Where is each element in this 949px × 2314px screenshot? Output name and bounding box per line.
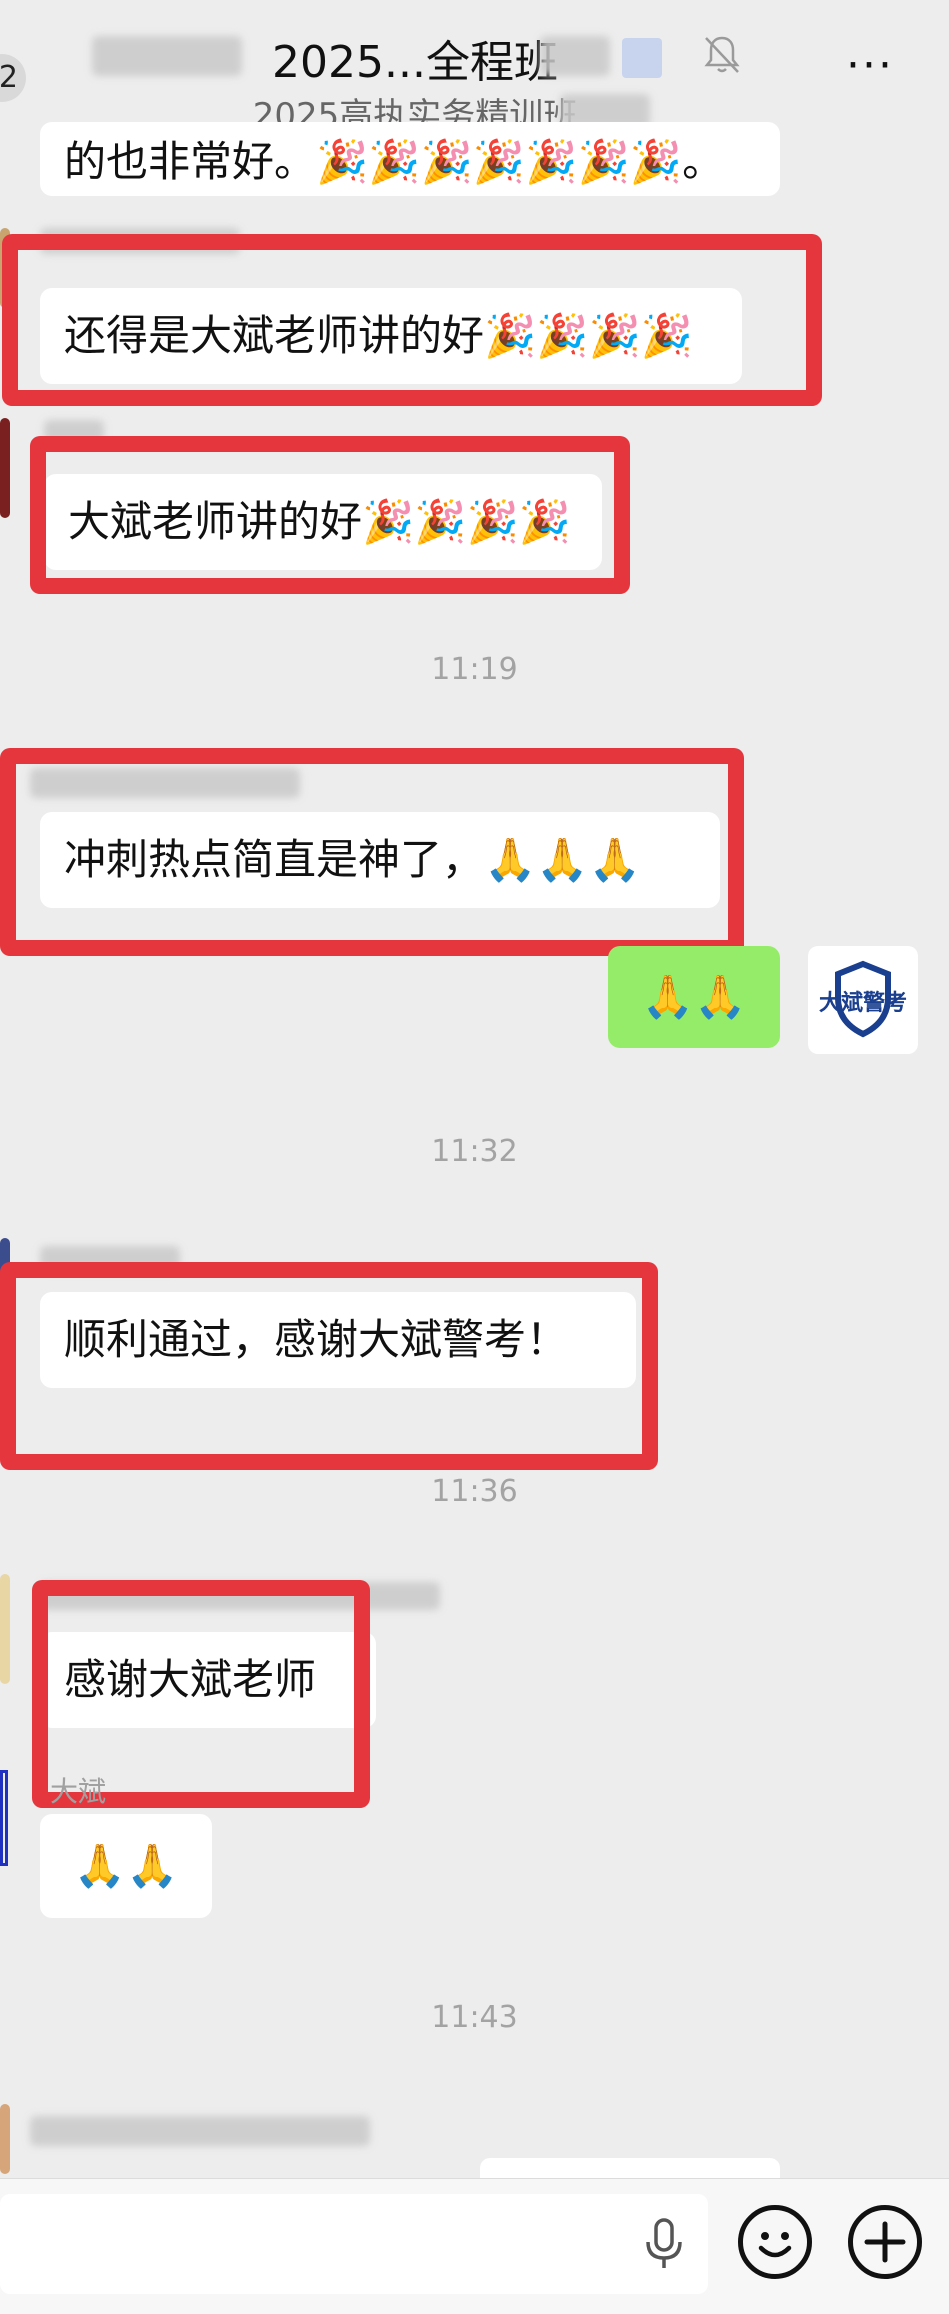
- timestamp: 11:19: [431, 652, 518, 687]
- avatar[interactable]: [0, 418, 10, 518]
- more-functions-button[interactable]: [848, 2205, 922, 2279]
- avatar[interactable]: [0, 2104, 10, 2174]
- message-bubble[interactable]: 的也非常好。🎉🎉🎉🎉🎉🎉🎉。: [40, 122, 780, 196]
- message-text: 的也非常好。🎉🎉🎉🎉🎉🎉🎉。: [64, 137, 725, 186]
- message-text: 🙏🙏: [641, 972, 747, 1021]
- more-options-button[interactable]: ···: [840, 40, 900, 91]
- avatar[interactable]: [0, 1770, 8, 1866]
- bell-off-icon: [704, 36, 740, 73]
- highlight-box: [0, 1262, 658, 1470]
- message-bubble-self[interactable]: 🙏🙏: [608, 946, 780, 1048]
- message-input[interactable]: [0, 2194, 708, 2294]
- sender-nickname: 大斌: [50, 1775, 107, 1808]
- timestamp: 11:36: [431, 1474, 518, 1509]
- highlight-box: [0, 748, 744, 956]
- shield-logo-icon: 大斌警考: [819, 960, 907, 1038]
- avatar-self[interactable]: 大斌警考: [808, 946, 918, 1054]
- plus-icon: [864, 2221, 906, 2263]
- timestamp: 11:32: [431, 1134, 518, 1169]
- emoji-button[interactable]: [738, 2205, 812, 2279]
- avatar[interactable]: [0, 1574, 10, 1684]
- group-icon: [622, 38, 662, 78]
- smile-icon: [758, 2232, 792, 2258]
- timestamp: 11:43: [431, 2000, 518, 2035]
- message-bubble[interactable]: 🙏🙏: [40, 1814, 212, 1918]
- brand-avatar-text: 大斌警考: [819, 990, 907, 1016]
- microphone-icon[interactable]: [640, 2214, 688, 2274]
- message-text: 🙏🙏: [73, 1841, 179, 1890]
- highlight-box: [2, 234, 822, 406]
- blurred-name: [540, 36, 610, 76]
- blurred-nickname: [30, 2116, 370, 2146]
- highlight-box: [30, 436, 630, 594]
- message-bubble[interactable]: [480, 2158, 780, 2180]
